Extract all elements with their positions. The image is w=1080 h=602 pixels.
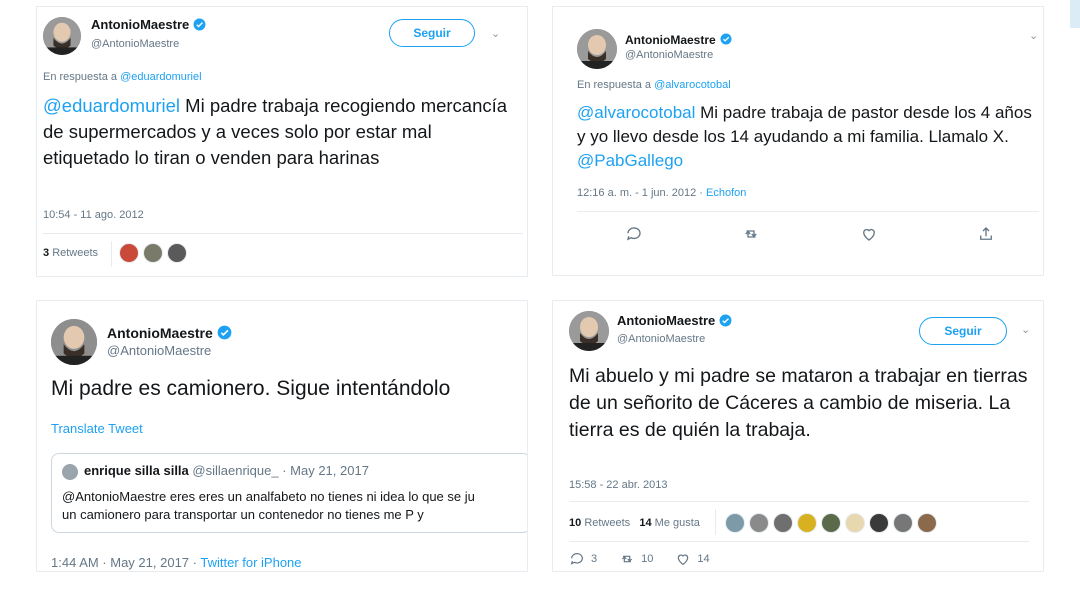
verified-badge-icon — [720, 33, 732, 48]
avatar[interactable] — [43, 17, 81, 55]
tweet-card: AntonioMaestre @AntonioMaestre Mi padre … — [36, 300, 528, 572]
tweet-text: @eduardomuriel Mi padre trabaja recogien… — [43, 95, 508, 168]
author-handle[interactable]: @AntonioMaestre — [625, 49, 713, 61]
reply-button[interactable]: 3 — [569, 551, 597, 567]
liker-avatar[interactable] — [143, 243, 163, 263]
chevron-down-icon[interactable]: ⌄ — [1021, 323, 1030, 336]
tweet-timestamp[interactable]: 1:44 AM · May 21, 2017 — [51, 555, 189, 570]
follow-button[interactable]: Seguir — [919, 317, 1007, 345]
tweet-actions: 3 10 14 — [569, 551, 710, 567]
divider — [577, 211, 1039, 212]
quoted-tweet-text: @AntonioMaestre eres eres un analfabeto … — [62, 489, 475, 522]
engagement-stats: 10 Retweets 14 Me gusta — [569, 517, 700, 529]
reply-to-link[interactable]: @eduardomuriel — [120, 71, 202, 83]
author-name[interactable]: AntonioMaestre — [617, 313, 732, 330]
author-name[interactable]: AntonioMaestre — [625, 33, 732, 48]
heart-icon — [862, 228, 875, 241]
liker-avatar[interactable] — [773, 513, 793, 533]
quoted-tweet-header: enrique silla silla @sillaenrique_ · May… — [84, 463, 369, 478]
reply-context: En respuesta a @alvarocotobal — [577, 79, 731, 91]
like-button[interactable] — [860, 225, 878, 243]
chevron-down-icon[interactable]: ⌄ — [491, 27, 500, 40]
reply-icon — [626, 227, 641, 241]
liker-avatar[interactable] — [797, 513, 817, 533]
tweet-meta: 1:44 AM · May 21, 2017 · Twitter for iPh… — [51, 555, 302, 570]
liker-avatar[interactable] — [119, 243, 139, 263]
mention-link[interactable]: @alvarocotobal — [577, 103, 695, 122]
heart-icon — [678, 554, 689, 566]
verified-badge-icon — [217, 325, 232, 343]
retweet-button[interactable] — [742, 225, 760, 243]
liker-avatar[interactable] — [869, 513, 889, 533]
author-name[interactable]: AntonioMaestre — [91, 17, 206, 34]
quoted-author-name[interactable]: enrique silla silla — [84, 463, 189, 478]
stats-separator — [715, 509, 716, 535]
tweet-text: @alvarocotobal Mi padre trabaja de pasto… — [577, 103, 1032, 170]
translate-link[interactable]: Translate Tweet — [51, 421, 143, 436]
divider — [43, 233, 523, 234]
divider — [569, 501, 1029, 502]
divider — [569, 541, 1029, 542]
tweet-text: Mi padre es camionero. Sigue intentándol… — [51, 377, 451, 400]
liker-avatar[interactable] — [845, 513, 865, 533]
like-button[interactable]: 14 — [675, 551, 710, 567]
stats-separator — [111, 241, 112, 267]
retweet-stats[interactable]: 3 Retweets — [43, 247, 98, 259]
retweet-icon — [622, 555, 633, 563]
author-name[interactable]: AntonioMaestre — [107, 325, 232, 343]
quoted-tweet[interactable]: enrique silla silla @sillaenrique_ · May… — [51, 453, 527, 533]
follow-button[interactable]: Seguir — [389, 19, 475, 47]
retweet-button[interactable]: 10 — [619, 551, 653, 567]
tweet-card: AntonioMaestre @AntonioMaestre Seguir ⌄ … — [552, 300, 1044, 572]
tweet-meta: 12:16 a. m. - 1 jun. 2012 · Echofon — [577, 187, 747, 199]
reply-icon — [570, 553, 583, 565]
avatar[interactable] — [577, 29, 617, 69]
share-icon — [980, 227, 992, 240]
tweet-timestamp[interactable]: 15:58 - 22 abr. 2013 — [569, 479, 667, 491]
retweet-icon — [745, 230, 758, 238]
liker-avatar[interactable] — [821, 513, 841, 533]
author-handle[interactable]: @AntonioMaestre — [107, 343, 211, 358]
chevron-down-icon[interactable]: ⌄ — [1029, 29, 1038, 42]
liker-avatar[interactable] — [725, 513, 745, 533]
mention-link[interactable]: @eduardomuriel — [43, 95, 180, 116]
verified-badge-icon — [193, 18, 206, 34]
share-button[interactable] — [977, 225, 995, 243]
author-handle[interactable]: @AntonioMaestre — [91, 38, 179, 50]
tweet-timestamp[interactable]: 12:16 a. m. - 1 jun. 2012 — [577, 187, 696, 199]
mention-link[interactable]: @PabGallego — [577, 151, 683, 170]
tweet-card: AntonioMaestre @AntonioMaestre ⌄ En resp… — [552, 6, 1044, 276]
quoted-avatar[interactable] — [62, 464, 78, 480]
tweet-card: AntonioMaestre @AntonioMaestre Seguir ⌄ … — [36, 6, 528, 277]
quoted-author-handle[interactable]: @sillaenrique_ · May 21, 2017 — [192, 463, 369, 478]
reply-to-link[interactable]: @alvarocotobal — [654, 79, 731, 91]
liker-avatars — [725, 513, 937, 533]
liker-avatar[interactable] — [893, 513, 913, 533]
author-handle[interactable]: @AntonioMaestre — [617, 333, 705, 345]
liker-avatar[interactable] — [749, 513, 769, 533]
liker-avatars — [119, 243, 187, 263]
tweet-timestamp[interactable]: 10:54 - 11 ago. 2012 — [43, 209, 144, 221]
scrollbar-thumb[interactable] — [1070, 0, 1080, 28]
tweet-actions — [625, 225, 995, 243]
tweet-source[interactable]: Twitter for iPhone — [200, 555, 301, 570]
like-stats[interactable]: 14 Me gusta — [639, 517, 700, 529]
verified-badge-icon — [719, 314, 732, 330]
reply-button[interactable] — [625, 225, 643, 243]
retweet-stats[interactable]: 10 Retweets — [569, 517, 630, 529]
avatar[interactable] — [569, 311, 609, 351]
liker-avatar[interactable] — [917, 513, 937, 533]
tweet-source[interactable]: Echofon — [706, 187, 746, 199]
liker-avatar[interactable] — [167, 243, 187, 263]
avatar[interactable] — [51, 319, 97, 365]
reply-context: En respuesta a @eduardomuriel — [43, 71, 202, 83]
tweet-text: Mi abuelo y mi padre se mataron a trabaj… — [569, 365, 1028, 441]
